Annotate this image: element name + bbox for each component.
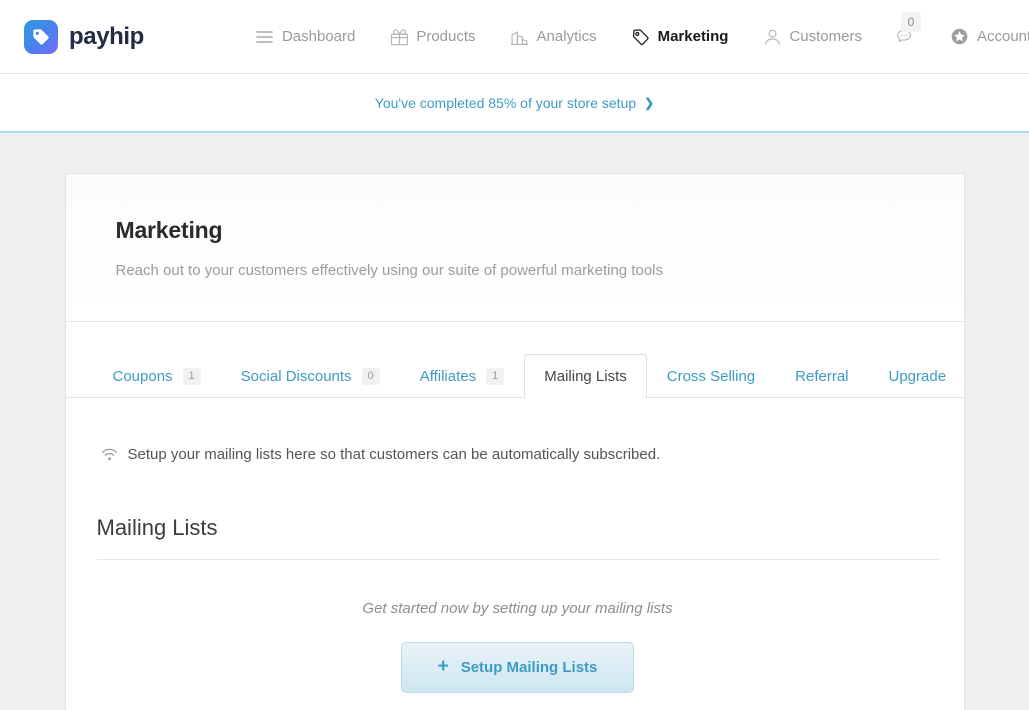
nav-label-products: Products bbox=[416, 28, 476, 45]
empty-state: Get started now by setting up your maili… bbox=[97, 600, 939, 693]
tab-social-discounts[interactable]: Social Discounts 0 bbox=[221, 354, 400, 398]
marketing-card: Marketing Reach out to your customers ef… bbox=[64, 173, 967, 710]
tab-label-referral: Referral bbox=[795, 368, 849, 385]
nav-item-messages[interactable]: 0 bbox=[879, 11, 933, 47]
card-header: Marketing Reach out to your customers ef… bbox=[65, 174, 964, 322]
tab-mailing-lists[interactable]: Mailing Lists bbox=[524, 354, 647, 399]
tab-cross-selling[interactable]: Cross Selling bbox=[647, 354, 775, 398]
nav-label-dashboard: Dashboard bbox=[281, 28, 356, 45]
messages-count-badge: 0 bbox=[900, 11, 921, 32]
page-content: Marketing Reach out to your customers ef… bbox=[0, 133, 1029, 710]
brand-logo-link[interactable]: payhip bbox=[24, 19, 144, 54]
gift-box-icon bbox=[389, 27, 409, 47]
tab-badge-social-discounts: 0 bbox=[361, 368, 380, 385]
mailing-lists-panel: Setup your mailing lists here so that cu… bbox=[66, 398, 964, 693]
brand-name: payhip bbox=[69, 22, 144, 50]
marketing-tabs: Coupons 1 Social Discounts 0 Affiliates … bbox=[65, 322, 967, 399]
top-navigation-bar: payhip Dashboard Products Analytics Mark… bbox=[0, 0, 1029, 74]
tab-label-mailing-lists: Mailing Lists bbox=[544, 368, 627, 385]
page-title: Marketing bbox=[115, 217, 223, 243]
panel-hint-text: Setup your mailing lists here so that cu… bbox=[127, 446, 661, 463]
page-subtitle: Reach out to your customers effectively … bbox=[115, 262, 664, 279]
nav-label-account: Account bbox=[976, 28, 1029, 45]
chevron-right-icon: ❯ bbox=[644, 95, 655, 110]
tab-label-coupons: Coupons bbox=[112, 368, 173, 385]
nav-label-marketing: Marketing bbox=[657, 28, 729, 45]
nav-item-account[interactable]: Account bbox=[933, 27, 1029, 47]
empty-state-text: Get started now by setting up your maili… bbox=[362, 600, 673, 617]
person-icon bbox=[762, 27, 782, 47]
tab-label-cross-selling: Cross Selling bbox=[666, 368, 756, 385]
tab-badge-coupons: 1 bbox=[182, 368, 201, 385]
nav-item-marketing[interactable]: Marketing bbox=[614, 27, 746, 47]
bar-chart-icon bbox=[510, 27, 530, 47]
nav-item-customers[interactable]: Customers bbox=[745, 27, 879, 47]
tab-upgrade[interactable]: Upgrade bbox=[869, 354, 967, 398]
setup-mailing-lists-label: Setup Mailing Lists bbox=[460, 659, 598, 676]
store-setup-link[interactable]: You've completed 85% of your store setup… bbox=[375, 95, 654, 111]
hamburger-icon bbox=[255, 27, 275, 47]
tag-heart-icon bbox=[24, 19, 58, 54]
star-badge-icon bbox=[950, 27, 970, 47]
tab-label-affiliates: Affiliates bbox=[419, 368, 477, 385]
store-setup-text: You've completed 85% of your store setup bbox=[374, 94, 637, 111]
panel-hint: Setup your mailing lists here so that cu… bbox=[97, 446, 933, 463]
tab-label-social-discounts: Social Discounts bbox=[240, 368, 352, 385]
setup-mailing-lists-button[interactable]: + Setup Mailing Lists bbox=[400, 642, 635, 693]
nav-item-products[interactable]: Products bbox=[372, 27, 492, 47]
nav-item-dashboard[interactable]: Dashboard bbox=[238, 27, 372, 47]
tab-referral[interactable]: Referral bbox=[775, 354, 868, 398]
tab-badge-affiliates: 1 bbox=[486, 368, 505, 385]
store-setup-banner: You've completed 85% of your store setup… bbox=[0, 74, 1029, 133]
tab-label-upgrade: Upgrade bbox=[888, 368, 947, 385]
main-nav-links: Dashboard Products Analytics Marketing C… bbox=[238, 11, 1029, 47]
wifi-broadcast-icon bbox=[101, 448, 118, 462]
nav-label-customers: Customers bbox=[789, 28, 862, 45]
tab-affiliates[interactable]: Affiliates 1 bbox=[400, 354, 525, 398]
price-tag-icon bbox=[631, 27, 651, 47]
nav-label-analytics: Analytics bbox=[536, 28, 597, 45]
section-divider bbox=[96, 559, 939, 560]
tab-coupons[interactable]: Coupons 1 bbox=[93, 354, 221, 398]
plus-icon: + bbox=[437, 656, 449, 677]
section-title: Mailing Lists bbox=[96, 515, 218, 540]
nav-item-analytics[interactable]: Analytics bbox=[493, 27, 614, 47]
